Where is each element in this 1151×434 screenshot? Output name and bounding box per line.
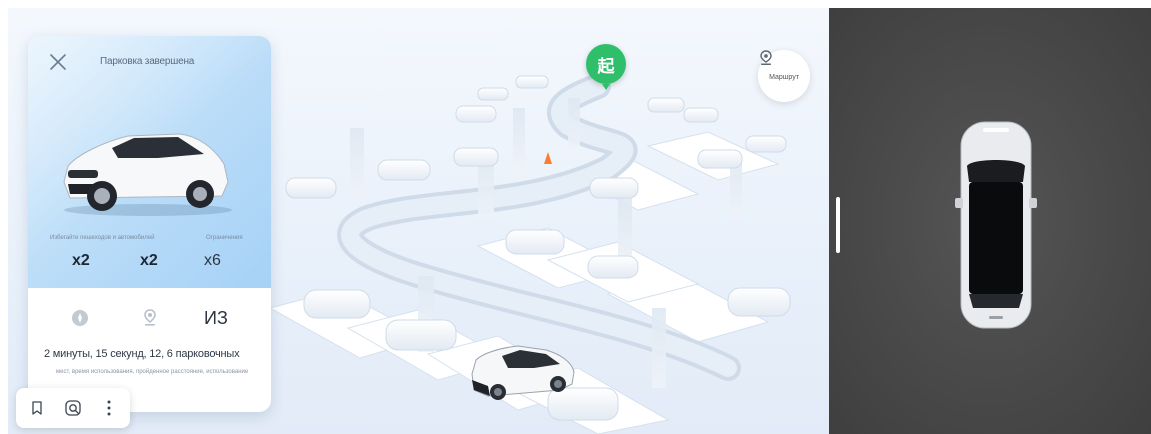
stat-value-restrictions: x6 (204, 252, 221, 269)
stat-value-second: x2 (140, 252, 158, 269)
bottom-toolbar (16, 388, 130, 428)
stat-label-restrictions: Ограничения (206, 235, 243, 241)
vehicle-image (63, 133, 232, 216)
ego-car (471, 345, 575, 400)
more-button[interactable] (96, 396, 122, 420)
parking-summary-caption: мест, время использования, пройденное ра… (56, 369, 249, 375)
close-icon[interactable] (48, 52, 68, 72)
parking-summary: 2 минуты, 15 секунд, 12, 6 парковочных (44, 348, 240, 360)
panel-title: Парковка завершена (100, 56, 195, 67)
bookmark-icon (32, 401, 42, 415)
location-pin-icon (144, 309, 156, 326)
panel-resize-handle[interactable] (836, 197, 840, 253)
more-vertical-icon (107, 400, 111, 416)
stat-label-avoid: Избегайте пешеходов и автомобилей (50, 235, 155, 241)
route-button[interactable]: Маршрут (758, 50, 810, 102)
traffic-cone (544, 152, 552, 164)
iz-label: ИЗ (204, 308, 228, 328)
panel-icons-row (28, 308, 271, 332)
top-view-car (955, 121, 1037, 329)
compass-icon (72, 310, 88, 326)
camera-scan-icon (65, 400, 81, 416)
surround-view-panel (829, 8, 1151, 434)
camera-scan-button[interactable] (60, 396, 86, 420)
bookmark-button[interactable] (24, 396, 50, 420)
surround-view-scene (829, 8, 1151, 434)
panel-header: Парковка завершена Избегайте пешеходов и… (28, 36, 271, 288)
start-marker-label: 起 (597, 56, 615, 77)
location-pin-icon (760, 50, 772, 65)
start-point-marker[interactable]: 起 (586, 44, 626, 90)
route-label: Маршрут (769, 74, 799, 81)
stat-value-avoid: x2 (72, 252, 90, 269)
parking-result-panel: Парковка завершена Избегайте пешеходов и… (28, 36, 271, 412)
